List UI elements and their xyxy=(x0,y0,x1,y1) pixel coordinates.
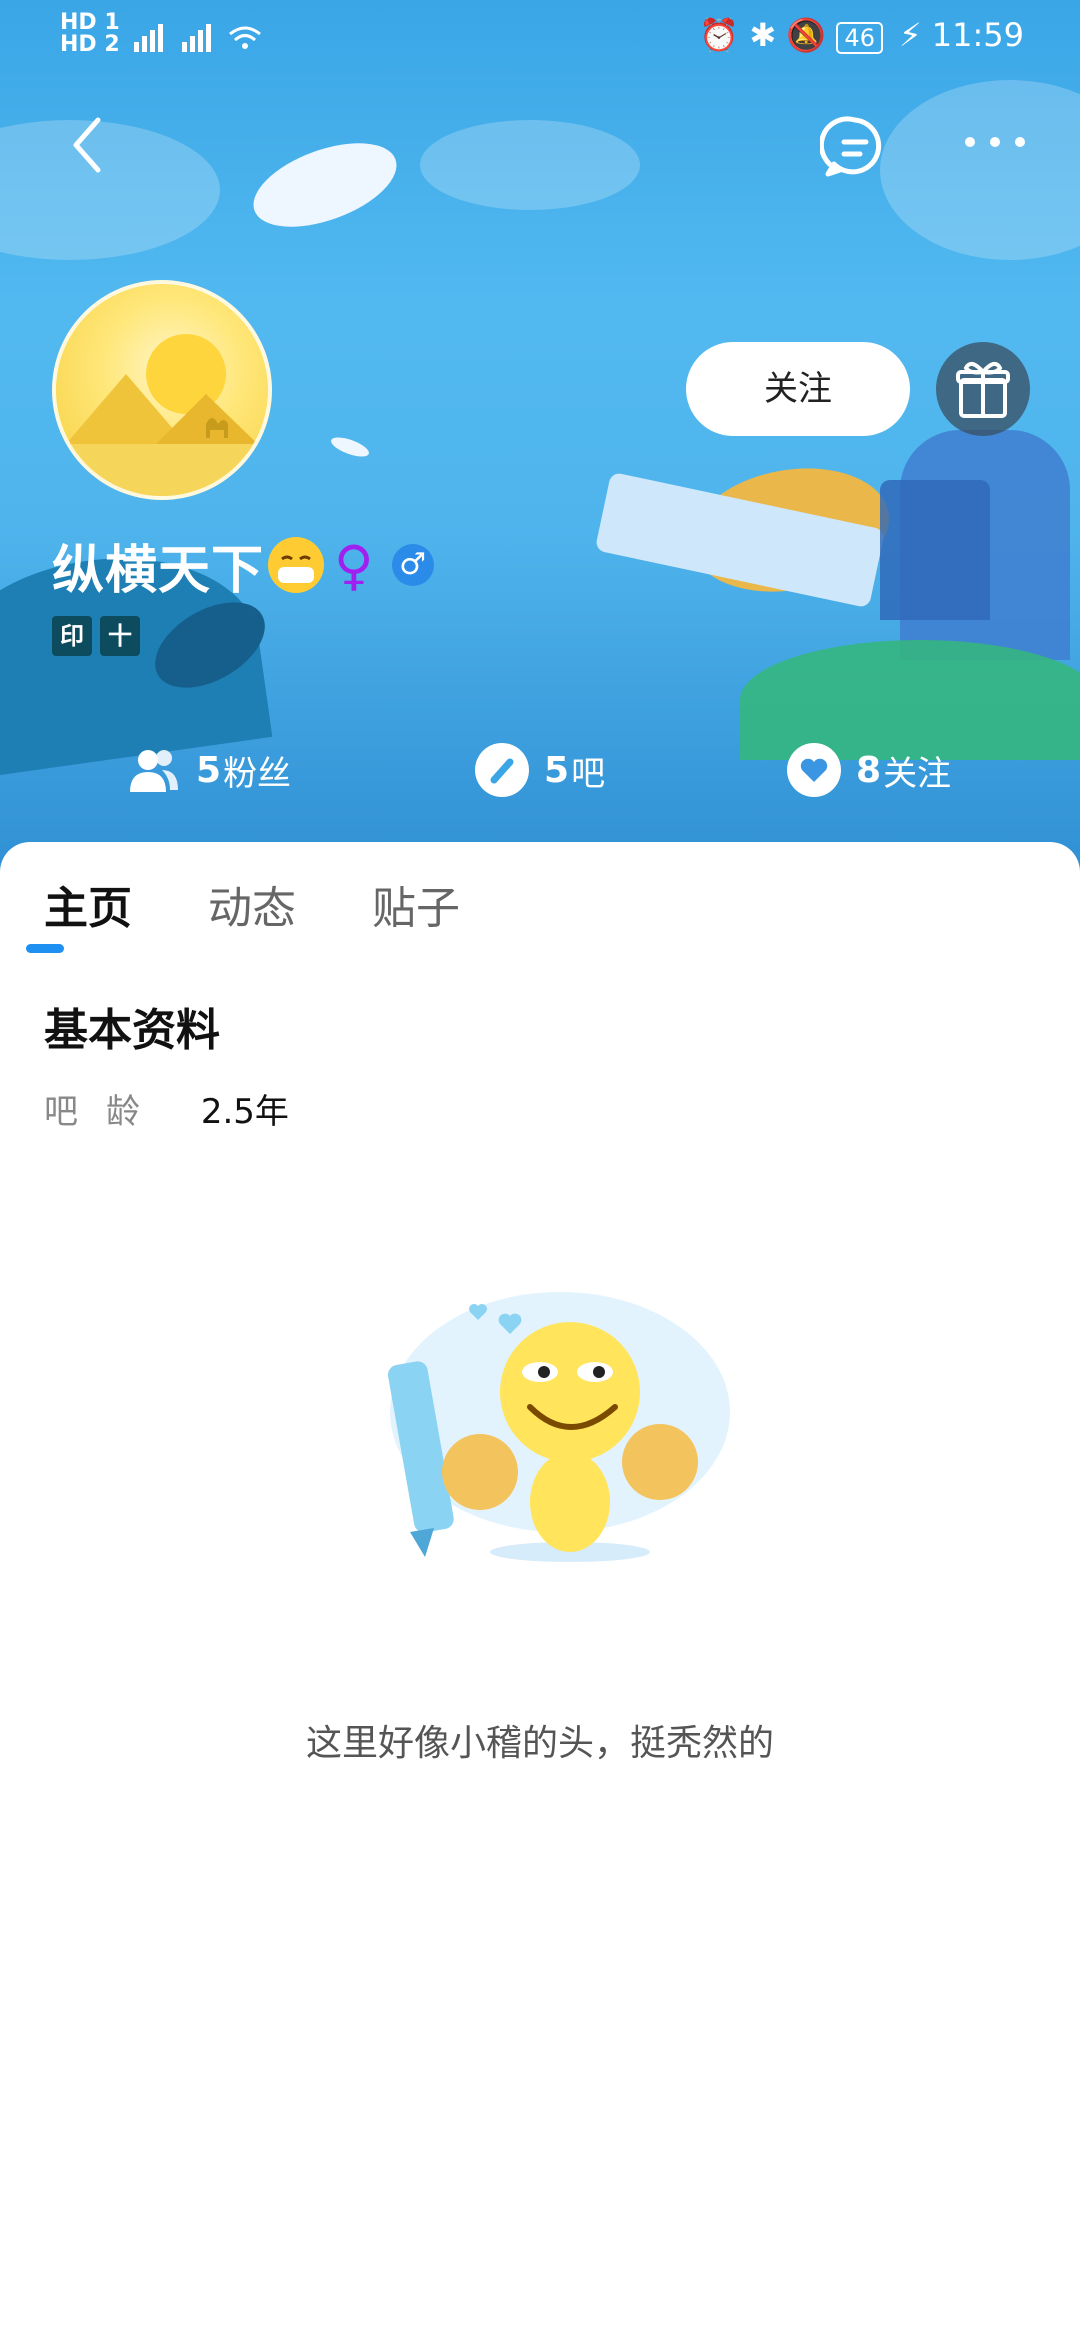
more-dots-icon xyxy=(965,137,1025,147)
age-label: 吧龄 xyxy=(44,1092,168,1132)
sim2-label: HD 2 xyxy=(60,32,120,57)
female-gender-icon: ♀ xyxy=(334,533,374,597)
active-tab-indicator xyxy=(26,944,64,953)
seagull-illustration xyxy=(328,433,372,461)
more-button[interactable] xyxy=(960,120,1030,170)
users-icon xyxy=(130,750,178,792)
gift-button[interactable] xyxy=(936,342,1030,436)
tab-bar: 主页 动态 贴子 xyxy=(44,872,460,936)
bars-label: 吧 xyxy=(571,753,606,794)
gift-icon xyxy=(956,361,1010,418)
stat-fans[interactable]: 5 粉丝 xyxy=(126,730,291,810)
alarm-icon: ⏰ xyxy=(699,16,740,54)
username-row: 纵横天下 ♀ ♂ xyxy=(52,530,434,601)
fans-count: 5 xyxy=(196,749,222,791)
heart-icon xyxy=(787,743,841,797)
message-button[interactable] xyxy=(818,112,890,182)
follow-button[interactable]: 关注 xyxy=(686,342,910,436)
bluetooth-icon: ✱ xyxy=(749,16,777,54)
cloud-decoration xyxy=(420,120,640,210)
sim1-label: HD 1 xyxy=(60,10,120,35)
pencil-icon xyxy=(475,743,529,797)
chevron-left-icon xyxy=(73,117,101,173)
tab-activity[interactable]: 动态 xyxy=(208,872,296,936)
avatar[interactable] xyxy=(52,280,272,500)
stats-bar: 5 粉丝 5 吧 8 关注 xyxy=(0,730,1080,810)
status-bar: HD 1 HD 2 ⏰ ✱ 🔕 46 ⚡ 11:59 xyxy=(0,0,1080,72)
status-right: ⏰ ✱ 🔕 46 ⚡ 11:59 xyxy=(699,16,1024,54)
bars-count: 5 xyxy=(544,749,570,791)
male-gender-badge: ♂ xyxy=(391,544,434,586)
mute-icon: 🔕 xyxy=(786,16,827,54)
seagull-illustration xyxy=(242,126,408,244)
following-label: 关注 xyxy=(883,753,952,794)
following-count: 8 xyxy=(856,749,882,791)
tab-home[interactable]: 主页 xyxy=(44,872,132,936)
badge-tag[interactable]: 印 xyxy=(52,616,92,656)
empty-state-message: 这里好像小稽的头，挺秃然的 xyxy=(305,1723,774,1764)
badge-row: 印 十 xyxy=(52,616,140,656)
desert-avatar-image xyxy=(56,334,268,496)
age-value: 2.5年 xyxy=(200,1092,289,1132)
section-title: 基本资料 xyxy=(44,1005,220,1056)
username: 纵横天下 xyxy=(52,540,265,601)
profile-content-card: 主页 动态 贴子 基本资料 吧龄 2.5年 这里好像小稽的头，挺秃然的 xyxy=(0,842,1080,2340)
tab-posts[interactable]: 贴子 xyxy=(372,872,460,936)
age-field: 吧龄 2.5年 xyxy=(44,1084,289,1133)
message-icon xyxy=(818,116,882,177)
stat-following[interactable]: 8 关注 xyxy=(786,730,951,810)
stat-bars[interactable]: 5 吧 xyxy=(474,730,605,810)
empty-state-illustration xyxy=(330,1282,750,1582)
signal-icon xyxy=(130,18,280,58)
battery-indicator: 46 xyxy=(836,22,883,54)
fans-label: 粉丝 xyxy=(223,753,292,794)
mask-face-emoji-icon xyxy=(268,537,325,593)
clock: 11:59 xyxy=(931,16,1024,54)
castle-illustration xyxy=(880,480,990,620)
back-button[interactable] xyxy=(60,110,120,180)
charging-icon: ⚡ xyxy=(899,16,922,54)
signal-indicators: HD 1 HD 2 xyxy=(60,12,120,56)
badge-tag[interactable]: 十 xyxy=(100,616,140,656)
